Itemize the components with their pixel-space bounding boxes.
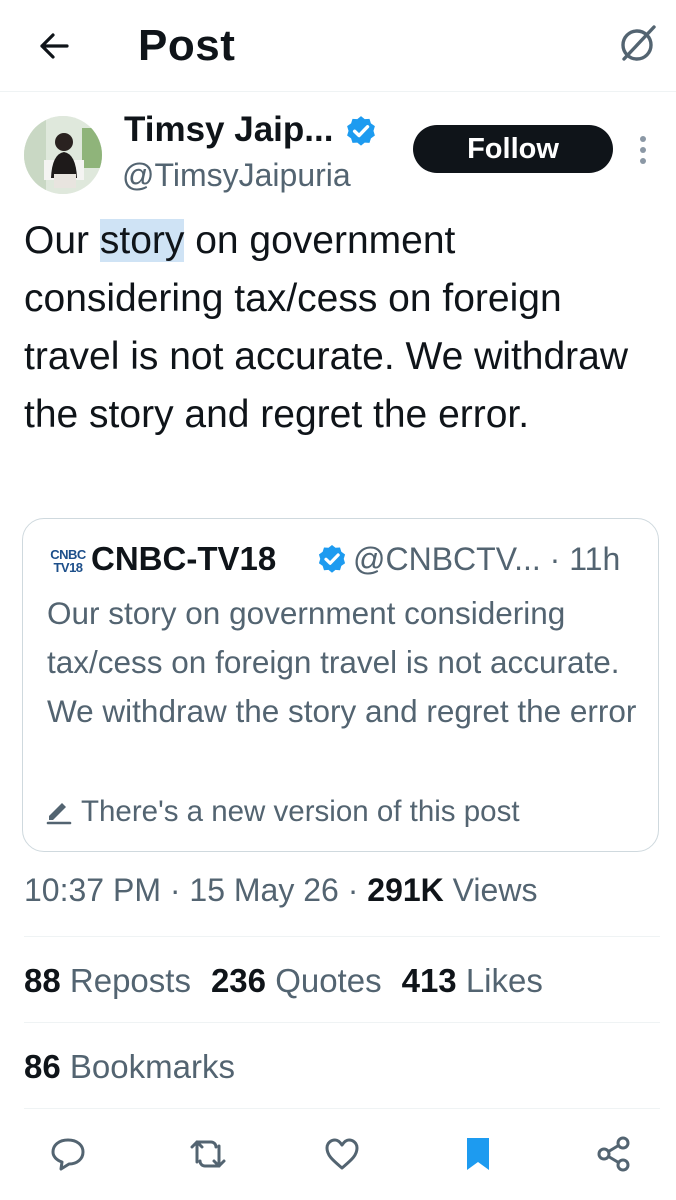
meta-separator: · [160,872,190,908]
divider [24,1108,660,1109]
quoted-post-card[interactable]: CNBC TV18 CNBC-TV18 @CNBCTV... · 11h Our… [22,518,659,852]
likes-count: 413 [401,962,457,999]
pencil-icon [46,803,72,825]
comment-icon [51,1138,85,1171]
reposts-count: 88 [24,962,61,999]
quotes-label: Quotes [275,962,382,999]
views-count: 291K [367,872,444,908]
post-text-start: Our [24,219,100,262]
reposts-label: Reposts [69,962,191,999]
quotes-count: 236 [210,962,267,999]
post-text: Our story on government considering tax/… [24,212,656,444]
bookmarks-label: Bookmarks [69,1048,235,1085]
likes-label: Likes [465,962,543,999]
back-button[interactable] [30,22,78,70]
heart-icon [325,1138,359,1170]
verified-badge-icon [347,116,375,146]
divider [24,1022,660,1023]
edited-post-notice[interactable]: There's a new version of this post [45,791,520,833]
cnbc-tv18-logo: CNBC TV18 [49,544,87,578]
post-action-bar [0,1124,676,1184]
share-icon [597,1136,630,1172]
bookmark-filled-icon [467,1138,489,1170]
bookmark-button[interactable] [454,1130,502,1178]
views-label: Views [452,872,538,908]
quoted-post-text: Our story on government considering tax/… [47,595,637,729]
arrow-left-icon [40,33,69,59]
grok-button[interactable] [612,18,664,70]
bookmarks-count: 86 [24,1048,61,1085]
bookmarks-stat[interactable]: 86 Bookmarks [24,1040,235,1094]
meta-separator: · [338,872,368,908]
more-vertical-icon [640,136,646,164]
author-name[interactable]: Timsy Jaip... [124,108,333,152]
edit-notice-label: There's a new version of this post [81,795,520,828]
share-button[interactable] [590,1130,638,1178]
engagement-stats: 88 Reposts 236 Quotes 413 Likes [24,954,543,1008]
likes-stat[interactable]: 413 Likes [402,962,543,999]
post-time: 10:37 PM [24,872,161,908]
avatar[interactable] [24,116,102,194]
post-date: 15 May 26 [189,872,339,908]
selected-text-highlight: story [99,219,185,262]
verified-badge-icon [318,545,346,573]
quoted-handle-time: @CNBCTV... · 11h [353,541,621,577]
divider [24,936,660,937]
repost-icon [190,1140,226,1168]
like-button[interactable] [318,1130,366,1178]
reposts-stat[interactable]: 88 Reposts [24,962,191,999]
page-title: Post [138,21,236,70]
repost-button[interactable] [184,1130,232,1178]
quotes-stat[interactable]: 236 Quotes [211,962,382,999]
top-app-bar: Post [0,0,676,92]
grok-icon [621,25,656,61]
logo-text-bottom: TV18 [53,560,83,575]
author-handle[interactable]: @TimsyJaipuria [122,154,351,196]
quoted-author-name: CNBC-TV18 [91,540,277,577]
avatar-photo [24,116,102,194]
post-meta: 10:37 PM · 15 May 26 · 291K Views [24,864,537,916]
more-options-button[interactable] [628,128,658,172]
follow-button[interactable]: Follow [413,125,613,173]
reply-button[interactable] [44,1130,92,1178]
